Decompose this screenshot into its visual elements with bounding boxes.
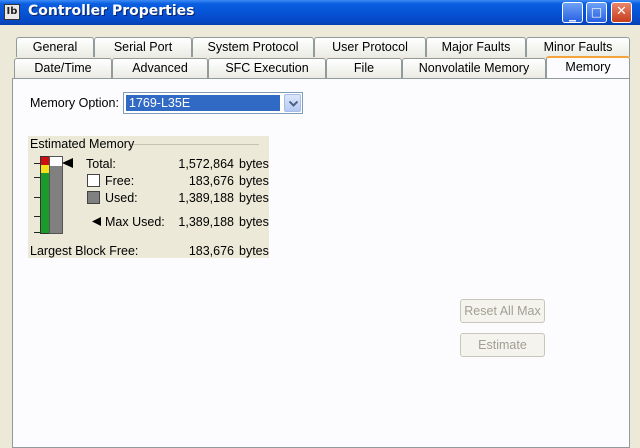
tab-user-protocol[interactable]: User Protocol bbox=[314, 37, 426, 57]
used-swatch bbox=[87, 191, 100, 204]
tab-file[interactable]: File bbox=[326, 58, 402, 78]
gauge-yellow-segment bbox=[41, 165, 49, 173]
minimize-button[interactable]: _ bbox=[562, 2, 583, 23]
free-unit: bytes bbox=[239, 174, 269, 188]
gauge-tick bbox=[34, 232, 40, 233]
tab-serial-port[interactable]: Serial Port bbox=[94, 37, 192, 57]
free-label: Free: bbox=[105, 174, 135, 188]
total-label: Total: bbox=[86, 157, 116, 171]
used-value: 1,389,188 bbox=[178, 191, 234, 205]
largest-block-free-label: Largest Block Free: bbox=[30, 244, 139, 258]
tab-major-faults[interactable]: Major Faults bbox=[426, 37, 526, 57]
group-divider bbox=[131, 144, 259, 145]
used-unit: bytes bbox=[239, 191, 269, 205]
title-bar[interactable]: Ib Controller Properties _ □ ✕ bbox=[0, 0, 640, 25]
tab-system-protocol[interactable]: System Protocol bbox=[192, 37, 314, 57]
estimated-memory-title: Estimated Memory bbox=[30, 137, 135, 151]
memory-free-portion bbox=[50, 157, 62, 166]
estimate-button[interactable]: Estimate bbox=[460, 333, 545, 357]
reset-all-max-button[interactable]: Reset All Max bbox=[460, 299, 545, 323]
tab-advanced[interactable]: Advanced bbox=[112, 58, 208, 78]
largest-block-free-value: 183,676 bbox=[188, 244, 234, 258]
max-used-value: 1,389,188 bbox=[178, 215, 234, 229]
memory-option-label: Memory Option: bbox=[30, 96, 119, 110]
max-used-arrow-icon bbox=[92, 217, 101, 226]
memory-usage-bar bbox=[49, 156, 63, 234]
gauge-tick bbox=[34, 177, 40, 178]
total-unit: bytes bbox=[239, 157, 269, 171]
gauge-tick bbox=[34, 197, 40, 198]
chevron-down-icon bbox=[289, 101, 298, 107]
memory-tab-panel bbox=[12, 78, 630, 448]
tab-nonvolatile-memory[interactable]: Nonvolatile Memory bbox=[402, 58, 546, 78]
max-used-unit: bytes bbox=[239, 215, 269, 229]
tab-minor-faults[interactable]: Minor Faults bbox=[526, 37, 630, 57]
memory-option-value: 1769-L35E bbox=[126, 95, 280, 111]
tab-memory[interactable]: Memory bbox=[546, 56, 630, 78]
app-icon: Ib bbox=[4, 4, 20, 20]
gauge-red-segment bbox=[41, 157, 49, 165]
free-swatch bbox=[87, 174, 100, 187]
max-used-marker-icon bbox=[62, 158, 73, 168]
close-button[interactable]: ✕ bbox=[611, 2, 632, 23]
memory-option-select[interactable]: 1769-L35E bbox=[123, 92, 303, 114]
dropdown-arrow-button[interactable] bbox=[284, 94, 301, 112]
largest-block-free-unit: bytes bbox=[239, 244, 269, 258]
used-label: Used: bbox=[105, 191, 138, 205]
tab-general[interactable]: General bbox=[16, 37, 94, 57]
tab-sfc-execution[interactable]: SFC Execution bbox=[208, 58, 326, 78]
window-title: Controller Properties bbox=[28, 3, 195, 19]
gauge-tick bbox=[34, 163, 40, 164]
controller-properties-window: Ib Controller Properties _ □ ✕ General S… bbox=[0, 0, 640, 448]
gauge-green-segment bbox=[41, 173, 49, 233]
gauge-tick bbox=[34, 216, 40, 217]
tab-date-time[interactable]: Date/Time bbox=[14, 58, 112, 78]
free-value: 183,676 bbox=[188, 174, 234, 188]
total-value: 1,572,864 bbox=[178, 157, 234, 171]
maximize-button[interactable]: □ bbox=[586, 2, 607, 23]
